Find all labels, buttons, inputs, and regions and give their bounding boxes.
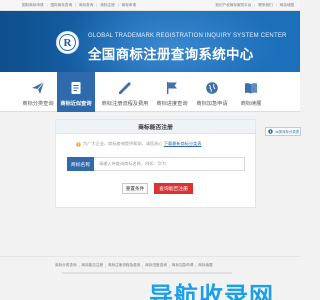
- watermark-text: 导航收录网: [149, 283, 274, 300]
- nav-item-progress-query[interactable]: 商标进度查询: [153, 72, 191, 112]
- float-label: 46类商标分类表: [275, 130, 300, 134]
- panel-title: 商标能否注册: [138, 125, 173, 131]
- notice-text: 为广大企业，商标查询提供帮助，请您放心 下载最新商标分类表: [83, 141, 201, 147]
- footer-links: 商标分类查询 | 商标能否注册 | 商标注册流程及费用 | 商标进度查询 | 商标加急申…: [55, 263, 235, 268]
- banner-title-en: GLOBAL TRADEMARK REGISTRATION INQUIRY SY…: [88, 33, 287, 39]
- download-class-table-link[interactable]: 下载最新商标分类表: [164, 141, 202, 146]
- book-icon: [243, 80, 259, 96]
- info-icon: [268, 129, 273, 134]
- panel-header: 商标能否注册: [56, 120, 255, 134]
- top-link[interactable]: 商标注册: [100, 3, 114, 8]
- nav-item-label: 商标分类查询: [22, 101, 54, 107]
- nav-item-renewal[interactable]: 商标续展: [232, 72, 270, 112]
- banner-title-cn: 全国商标注册查询系统中心: [88, 47, 254, 62]
- divider: |: [275, 3, 277, 7]
- top-link[interactable]: 联系我们: [258, 3, 272, 8]
- footer-link[interactable]: 商标注册流程及费用: [108, 263, 140, 268]
- nav-item-label: 商标近似查询: [60, 101, 92, 107]
- top-link[interactable]: 商标申请: [122, 3, 136, 8]
- top-link[interactable]: 国际商标查询: [51, 3, 73, 8]
- divider: |: [46, 3, 48, 7]
- footer-divider: [62, 272, 232, 274]
- divider: |: [105, 263, 106, 268]
- warning-icon: [76, 141, 81, 147]
- action-buttons: 重置条件 查询能否注册: [122, 183, 193, 194]
- nav-item-class-query[interactable]: 商标分类查询: [19, 72, 57, 112]
- class-table-float-button[interactable]: 46类商标分类表: [265, 127, 301, 136]
- nav-item-similar-query[interactable]: 商标近似查询: [57, 72, 95, 112]
- top-links: 国际商标申请 | 国际商标查询 | 商标查询 | 商标注册 | 商标申请: [22, 3, 136, 8]
- divider: |: [96, 3, 98, 7]
- nav-item-label: 商标加急申请: [196, 101, 228, 107]
- trademark-name-input[interactable]: 请输入待查询商标名称，例如：华为: [94, 157, 245, 171]
- top-link[interactable]: 国际商标申请: [22, 3, 44, 8]
- top-link[interactable]: 知识产权商标服务平台: [215, 3, 251, 8]
- brush-icon: [117, 80, 133, 96]
- nav-item-expedite[interactable]: 商标加急申请: [193, 72, 231, 112]
- document-icon: [68, 80, 84, 96]
- flag-icon: [164, 80, 180, 96]
- top-link[interactable]: 网站地图: [280, 3, 294, 8]
- footer-link[interactable]: 商标进度查询: [145, 263, 167, 268]
- divider: |: [75, 3, 76, 7]
- main-nav: 商标分类查询 商标近似查询 商标注册流程及费用 商标进度查询 商标加急申请 商标…: [0, 72, 300, 112]
- divider: |: [142, 263, 144, 268]
- globe-icon: [204, 80, 220, 96]
- footer-link[interactable]: 商标能否注册: [82, 263, 104, 268]
- search-panel: 商标能否注册 为广大企业，商标查询提供帮助，请您放心 下载最新商标分类表 商标名…: [55, 119, 256, 208]
- notice-line: 为广大企业，商标查询提供帮助，请您放心 下载最新商标分类表: [76, 141, 201, 147]
- search-row: 商标名称 请输入待查询商标名称，例如：华为: [67, 157, 245, 171]
- divider: |: [254, 3, 256, 7]
- divider: |: [168, 263, 170, 268]
- divider: |: [117, 3, 119, 7]
- top-bar: 国际商标申请 | 国际商标查询 | 商标查询 | 商标注册 | 商标申请 知识产权商标服…: [0, 0, 300, 11]
- paper-plane-icon: [30, 80, 46, 96]
- site-logo[interactable]: R: [56, 31, 79, 54]
- logo-letter: R: [59, 34, 76, 51]
- nav-item-label: 商标续展: [240, 101, 262, 107]
- divider: |: [195, 263, 197, 268]
- nav-item-label: 商标注册流程及费用: [101, 101, 149, 107]
- notice-prefix: 为广大企业，商标查询提供帮助，请您放心: [83, 141, 163, 146]
- reset-button[interactable]: 重置条件: [122, 183, 148, 194]
- search-type-label[interactable]: 商标名称: [67, 157, 94, 171]
- divider: |: [78, 263, 80, 268]
- header-banner: R GLOBAL TRADEMARK REGISTRATION INQUIRY …: [0, 11, 300, 72]
- footer-link[interactable]: 商标分类查询: [55, 263, 77, 268]
- top-right-links: 知识产权商标服务平台 | 联系我们 | 网站地图: [215, 3, 294, 8]
- nav-item-process-fee[interactable]: 商标注册流程及费用: [100, 72, 150, 112]
- top-link[interactable]: 商标查询: [79, 3, 93, 8]
- footer-link[interactable]: 商标续展: [198, 263, 212, 268]
- nav-item-label: 商标进度查询: [156, 101, 188, 107]
- query-button[interactable]: 查询能否注册: [154, 183, 193, 194]
- footer-link[interactable]: 商标加急申请: [172, 263, 194, 268]
